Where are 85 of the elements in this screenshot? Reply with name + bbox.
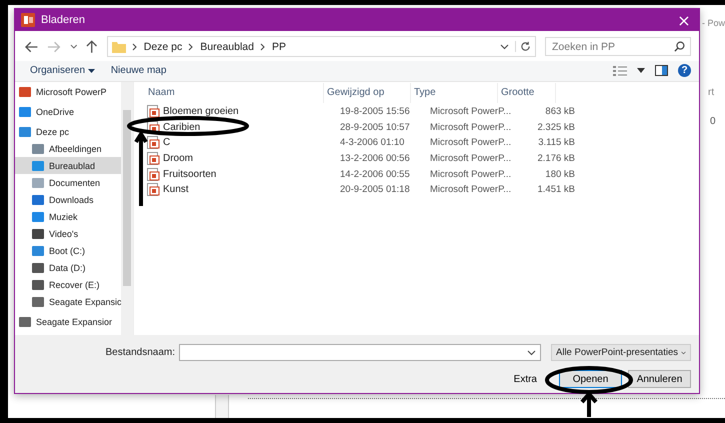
presentation-file-icon [147, 105, 160, 118]
window-title: Bladeren [41, 14, 86, 26]
table-cell-text: Microsoft PowerP... [429, 168, 512, 180]
file-name[interactable]: Caribien [163, 122, 200, 133]
annotation-arrow [580, 390, 598, 419]
app-title-fragment: - Pow [702, 18, 725, 28]
table-cell-text: Microsoft PowerP... [429, 137, 512, 148]
chevron-down-icon[interactable] [500, 44, 510, 50]
table-cell-text: Microsoft PowerP... [429, 184, 512, 196]
table-cell-text: 863 kB [544, 106, 575, 118]
column-header[interactable]: Gewijzigd op [324, 83, 411, 103]
help-button[interactable]: ? [678, 64, 691, 77]
file-name-label: Bestandsnaam: [106, 347, 175, 358]
breadcrumb[interactable]: PP [272, 40, 286, 52]
file-name[interactable]: Fruitsoorten [163, 168, 216, 180]
close-button[interactable]: × [669, 9, 699, 31]
table-cell-text: Microsoft PowerP... [429, 106, 512, 118]
table-cell-text: Microsoft PowerP... [429, 122, 512, 133]
sidebar-item[interactable]: Recover (E:) [15, 276, 121, 293]
caret-icon[interactable] [637, 68, 645, 73]
back-arrow-icon[interactable] [25, 40, 38, 52]
ribbon-fragment: rt [708, 87, 714, 98]
new-folder-button[interactable]: Nieuwe map [108, 63, 170, 78]
sidebar-item[interactable]: Microsoft PowerP [15, 83, 121, 100]
ruler-mark: 0 [710, 116, 716, 127]
sidebar-item[interactable]: Afbeeldingen [15, 140, 121, 157]
table-cell-text: 180 kB [544, 168, 575, 180]
table-cell-text: 1.451 kB [536, 184, 575, 196]
file-name[interactable]: C [163, 137, 170, 148]
table-cell-text: 14-2-2006 00:55 [339, 168, 411, 180]
organize-menu[interactable]: Organiseren [27, 63, 98, 78]
table-cell-text: 4-3-2006 01:10 [339, 137, 406, 148]
chevron-right-icon [188, 42, 194, 50]
up-arrow-icon[interactable] [86, 40, 98, 53]
folder-icon [112, 40, 126, 52]
file-name-field[interactable] [179, 344, 541, 361]
table-cell-text: 3.115 kB [537, 137, 575, 148]
sidebar-item[interactable]: Data (D:) [15, 259, 121, 276]
column-header[interactable]: Naam [134, 83, 324, 103]
presentation-file-icon [147, 168, 160, 181]
search-field[interactable]: Zoeken in PP [545, 37, 692, 56]
file-type-dropdown[interactable]: Alle PowerPoint-presentaties [551, 344, 691, 361]
sidebar-item[interactable]: Seagate Expansior [15, 313, 121, 330]
powerpoint-icon [21, 13, 35, 27]
sidebar-item[interactable]: Boot (C:) [15, 242, 121, 259]
sidebar-item[interactable]: Downloads [15, 191, 121, 208]
column-header[interactable]: Grootte [498, 83, 556, 103]
table-cell-text: 28-9-2005 10:57 [339, 122, 411, 133]
sidebar-item[interactable]: OneDrive [15, 103, 121, 120]
table-cell-text: 2.325 kB [536, 122, 575, 133]
breadcrumb[interactable]: Bureaublad [200, 40, 254, 52]
view-list-icon[interactable] [613, 64, 627, 76]
sidebar-item[interactable]: Deze pc [15, 123, 121, 140]
file-name[interactable]: Bloemen groeien [163, 106, 239, 118]
caret-icon [88, 69, 95, 73]
table-cell-text: 13-2-2006 00:56 [339, 153, 411, 164]
breadcrumb[interactable]: Deze pc [144, 40, 182, 52]
cancel-button[interactable]: Annuleren [628, 370, 691, 388]
sidebar-item[interactable]: Seagate Expansic [15, 293, 121, 310]
chevron-down-icon[interactable] [70, 44, 78, 50]
sidebar-item[interactable]: Bureaublad [15, 157, 121, 174]
refresh-icon[interactable] [515, 41, 532, 52]
file-name[interactable]: Kunst [163, 184, 189, 196]
search-icon [674, 41, 686, 52]
presentation-file-icon [147, 152, 160, 166]
file-name[interactable]: Droom [163, 153, 194, 164]
sidebar-item[interactable]: Video's [15, 225, 121, 242]
preview-pane-icon[interactable] [655, 65, 668, 76]
table-cell-text: Microsoft PowerP... [429, 153, 512, 164]
table-cell-text: 2.176 kB [536, 153, 575, 164]
column-header[interactable]: Type [411, 83, 498, 103]
open-button[interactable]: Openen [559, 370, 622, 388]
chevron-right-icon [132, 42, 138, 50]
chevron-right-icon [260, 42, 266, 50]
extra-menu[interactable]: Extra [508, 372, 543, 386]
presentation-file-icon [147, 183, 160, 196]
table-cell-text: 20-9-2005 01:18 [339, 184, 411, 196]
presentation-file-icon [147, 136, 160, 150]
sidebar-item[interactable]: Documenten [15, 174, 121, 191]
address-bar[interactable]: Deze pc Bureaublad PP [106, 36, 536, 57]
chevron-down-icon [680, 350, 686, 356]
table-cell-text: 19-8-2005 15:56 [339, 106, 411, 118]
chevron-down-icon[interactable] [527, 350, 536, 356]
sidebar-item[interactable]: Muziek [15, 208, 121, 225]
scrollbar[interactable] [121, 82, 133, 335]
